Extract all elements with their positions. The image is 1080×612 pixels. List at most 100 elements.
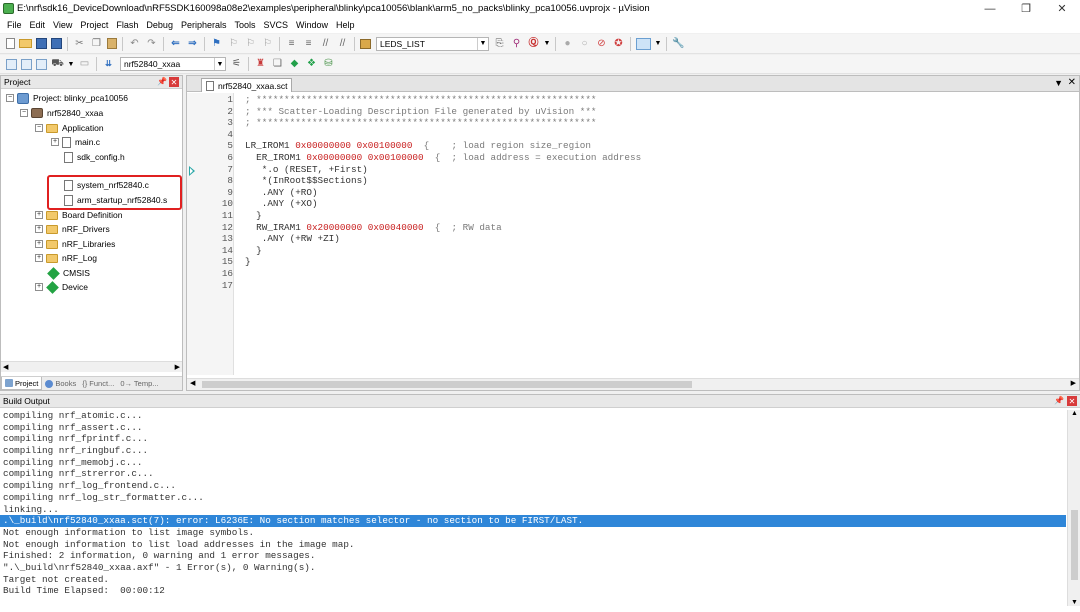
- find-icon[interactable]: ⚲: [510, 37, 523, 50]
- chevron-down-icon[interactable]: ▼: [655, 37, 662, 50]
- pin-icon[interactable]: 📌: [1054, 396, 1064, 405]
- save-all-icon[interactable]: [51, 38, 62, 49]
- target-options-icon[interactable]: ⚟: [230, 58, 243, 71]
- scroll-down-icon[interactable]: ▼: [1071, 599, 1078, 606]
- scroll-left-icon[interactable]: ◀: [190, 379, 195, 387]
- nav-forward-icon[interactable]: ⇒: [186, 37, 199, 50]
- tree-node-device[interactable]: + Device: [35, 280, 88, 294]
- menu-view[interactable]: View: [49, 20, 76, 30]
- close-icon[interactable]: ✕: [169, 77, 179, 87]
- build-icon[interactable]: [21, 58, 32, 70]
- close-window-button[interactable]: ✕: [1044, 0, 1080, 17]
- unindent-icon[interactable]: ≡: [302, 37, 315, 50]
- copy-icon[interactable]: ❐: [90, 37, 103, 50]
- indent-icon[interactable]: ≡: [285, 37, 298, 50]
- new-file-icon[interactable]: [6, 38, 15, 49]
- kill-all-breakpoints-icon[interactable]: ✪: [612, 37, 625, 50]
- redo-icon[interactable]: ↷: [145, 37, 158, 50]
- breakpoint-icon[interactable]: ●: [561, 37, 574, 50]
- tree-node-cmsis[interactable]: CMSIS: [47, 266, 90, 280]
- tree-node-main-c[interactable]: + main.c: [51, 135, 100, 149]
- clear-bookmarks-icon[interactable]: ⚐: [261, 37, 274, 50]
- menu-file[interactable]: File: [3, 20, 26, 30]
- chevron-down-icon[interactable]: ▼: [68, 58, 75, 71]
- code-area[interactable]: 1 ; *************************************…: [187, 94, 1067, 291]
- scroll-right-icon[interactable]: ▶: [175, 363, 180, 371]
- file-extensions-icon[interactable]: ❏: [271, 58, 284, 71]
- tab-functions[interactable]: {} Funct...: [79, 377, 117, 390]
- batch-build-icon[interactable]: ⛟: [51, 58, 64, 71]
- expand-icon[interactable]: +: [35, 283, 43, 291]
- scrollbar-thumb[interactable]: [202, 381, 692, 388]
- prev-bookmark-icon[interactable]: ⚐: [227, 37, 240, 50]
- menu-edit[interactable]: Edit: [26, 20, 50, 30]
- maximize-button[interactable]: ❐: [1008, 0, 1044, 17]
- build-error-line-selected[interactable]: .\_build\nrf52840_xxaa.sct(7): error: L6…: [0, 515, 1066, 527]
- configure-icon[interactable]: 🔧: [672, 37, 685, 50]
- tree-node-project-root[interactable]: − Project: blinky_pca10056: [6, 91, 128, 105]
- tree-node-target[interactable]: − nrf52840_xxaa: [20, 106, 103, 120]
- menu-debug[interactable]: Debug: [142, 20, 177, 30]
- collapse-icon[interactable]: −: [35, 124, 43, 132]
- debug-session-icon[interactable]: Ⓠ: [527, 37, 540, 50]
- undo-icon[interactable]: ↶: [128, 37, 141, 50]
- open-folder-icon[interactable]: [19, 39, 32, 48]
- menu-window[interactable]: Window: [292, 20, 332, 30]
- cut-icon[interactable]: ✂: [73, 37, 86, 50]
- save-icon[interactable]: [36, 38, 47, 49]
- close-icon[interactable]: ✕: [1067, 396, 1077, 406]
- find-combo[interactable]: LEDS_LIST ▼: [376, 36, 489, 51]
- editor-tab-sct[interactable]: nrf52840_xxaa.sct: [201, 78, 292, 92]
- pin-icon[interactable]: 📌: [157, 77, 167, 86]
- chevron-down-icon[interactable]: ▼: [477, 37, 488, 50]
- stop-build-icon[interactable]: ▭: [78, 58, 91, 71]
- manage-project-icon[interactable]: ♜: [254, 58, 267, 71]
- scroll-right-icon[interactable]: ▶: [1071, 379, 1076, 387]
- window-layout-icon[interactable]: [636, 37, 651, 50]
- collapse-icon[interactable]: −: [6, 94, 14, 102]
- nav-back-icon[interactable]: ⇐: [169, 37, 182, 50]
- expand-icon[interactable]: +: [51, 138, 59, 146]
- tree-node-sdk-config[interactable]: sdk_config.h: [64, 150, 125, 164]
- chevron-down-icon[interactable]: ▼: [214, 58, 225, 70]
- expand-icon[interactable]: +: [35, 211, 43, 219]
- editor-hscrollbar[interactable]: ◀ ▶: [187, 378, 1079, 390]
- chevron-down-icon[interactable]: ▼: [544, 37, 551, 50]
- disable-breakpoint-icon[interactable]: ○: [578, 37, 591, 50]
- find-in-files-icon[interactable]: [360, 38, 371, 49]
- tree-node-nrf-libraries[interactable]: + nRF_Libraries: [35, 237, 115, 251]
- scroll-left-icon[interactable]: ◀: [3, 363, 8, 371]
- translate-icon[interactable]: [6, 58, 17, 70]
- menu-peripherals[interactable]: Peripherals: [177, 20, 231, 30]
- uncomment-icon[interactable]: //: [336, 37, 349, 50]
- download-icon[interactable]: ⇊: [102, 58, 115, 71]
- minimize-button[interactable]: —: [972, 0, 1008, 17]
- bookmark-icon[interactable]: ⚑: [210, 37, 223, 50]
- comment-icon[interactable]: //: [319, 37, 332, 50]
- menu-flash[interactable]: Flash: [112, 20, 142, 30]
- rebuild-icon[interactable]: [36, 58, 47, 70]
- tab-templates[interactable]: 0→ Temp...: [117, 377, 161, 390]
- tab-project[interactable]: Project: [1, 377, 43, 390]
- select-software-packs-icon[interactable]: ⛁: [322, 58, 335, 71]
- target-combo[interactable]: nrf52840_xxaa ▼: [120, 57, 226, 71]
- menu-tools[interactable]: Tools: [230, 20, 259, 30]
- kill-breakpoints-icon[interactable]: ⊘: [595, 37, 608, 50]
- build-output-log[interactable]: compiling nrf_atomic.c... compiling nrf_…: [0, 410, 1066, 597]
- menu-help[interactable]: Help: [332, 20, 359, 30]
- tab-books[interactable]: Books: [42, 377, 79, 390]
- scrollbar-thumb[interactable]: [1071, 510, 1078, 580]
- menu-svcs[interactable]: SVCS: [260, 20, 293, 30]
- incremental-find-icon[interactable]: ⎘: [493, 37, 506, 50]
- next-bookmark-icon[interactable]: ⚐: [244, 37, 257, 50]
- build-output-vscrollbar[interactable]: ▲ ▼: [1067, 410, 1080, 606]
- project-hscrollbar[interactable]: ◀ ▶: [1, 361, 182, 372]
- pack-installer-icon[interactable]: ❖: [305, 58, 318, 71]
- tree-node-application[interactable]: − Application: [35, 121, 104, 135]
- expand-icon[interactable]: +: [35, 240, 43, 248]
- expand-icon[interactable]: +: [35, 225, 43, 233]
- scroll-up-icon[interactable]: ▲: [1071, 410, 1078, 417]
- tree-node-board-definition[interactable]: + Board Definition: [35, 208, 122, 222]
- collapse-icon[interactable]: −: [20, 109, 28, 117]
- tree-node-nrf-drivers[interactable]: + nRF_Drivers: [35, 222, 110, 236]
